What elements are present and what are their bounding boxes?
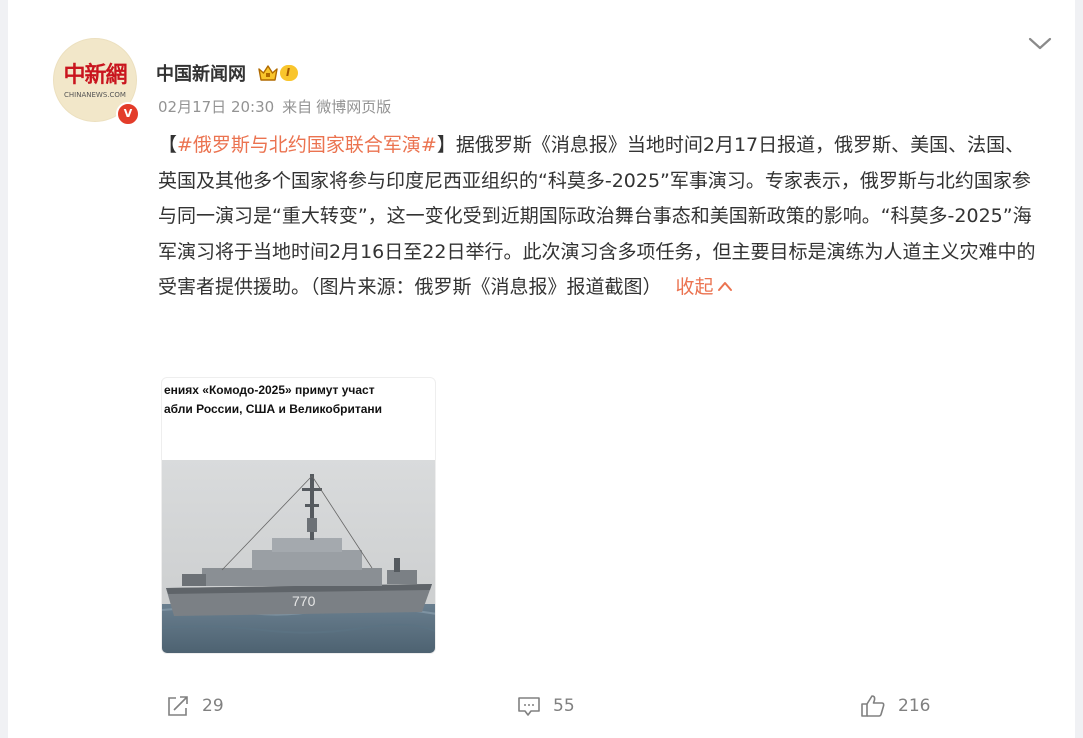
comment-button[interactable]: 55 xyxy=(517,686,575,726)
post-body: 据俄罗斯《消息报》当地时间2月17日报道，俄罗斯、美国、法国、英国及其他多个国家… xyxy=(158,134,1036,298)
post-time[interactable]: 02月17日 20:30 xyxy=(158,98,274,116)
like-button[interactable]: 216 xyxy=(860,686,930,726)
warship-photo: 770 xyxy=(162,460,435,653)
repost-count: 29 xyxy=(202,696,224,716)
thumbs-up-icon xyxy=(861,695,885,717)
author-row: 中国新闻网 I xyxy=(156,60,299,86)
verified-badge-icon: V xyxy=(116,102,140,126)
post-image[interactable]: 770 ениях «Комодо-2025» примут участ абл… xyxy=(161,377,436,654)
bracket-open: 【 xyxy=(158,134,178,156)
image-headline-line1: ениях «Комодо-2025» примут участ xyxy=(164,383,375,397)
collapse-label: 收起 xyxy=(675,276,714,298)
post-source[interactable]: 微博网页版 xyxy=(316,98,391,116)
avatar[interactable]: 中新網 CHINANEWS.COM V xyxy=(53,38,140,126)
source-prefix: 来自 xyxy=(282,98,313,116)
weibo-post-card: 中新網 CHINANEWS.COM V 中国新闻网 I 02月17日 20:30… xyxy=(8,0,1075,738)
action-bar: 29 55 216 xyxy=(8,686,1075,726)
member-level-label: I xyxy=(280,65,299,81)
like-count: 216 xyxy=(898,696,931,716)
hashtag-link[interactable]: #俄罗斯与北约国家联合军演# xyxy=(177,134,437,156)
author-name[interactable]: 中国新闻网 xyxy=(156,60,246,86)
member-level-badge[interactable]: I xyxy=(258,63,299,83)
image-headline-line2: абли России, США и Великобритани xyxy=(164,402,383,416)
repost-icon xyxy=(168,696,188,716)
avatar-logo-subtext: CHINANEWS.COM xyxy=(64,91,126,99)
hull-number: 770 xyxy=(292,593,316,609)
bracket-close: 】 xyxy=(436,134,456,156)
post-meta: 02月17日 20:30 来自 微博网页版 xyxy=(158,96,391,117)
repost-button[interactable]: 29 xyxy=(166,686,224,726)
comment-icon xyxy=(518,697,540,716)
collapse-link[interactable]: 收起 xyxy=(676,276,733,298)
comment-count: 55 xyxy=(553,696,575,716)
crown-icon xyxy=(258,65,278,81)
post-text: 【#俄罗斯与北约国家联合军演#】据俄罗斯《消息报》当地时间2月17日报道，俄罗斯… xyxy=(158,128,1038,306)
avatar-logo-text: 中新網 xyxy=(63,62,127,88)
more-options-chevron-icon[interactable] xyxy=(1027,34,1053,54)
chevron-up-icon xyxy=(717,282,732,291)
